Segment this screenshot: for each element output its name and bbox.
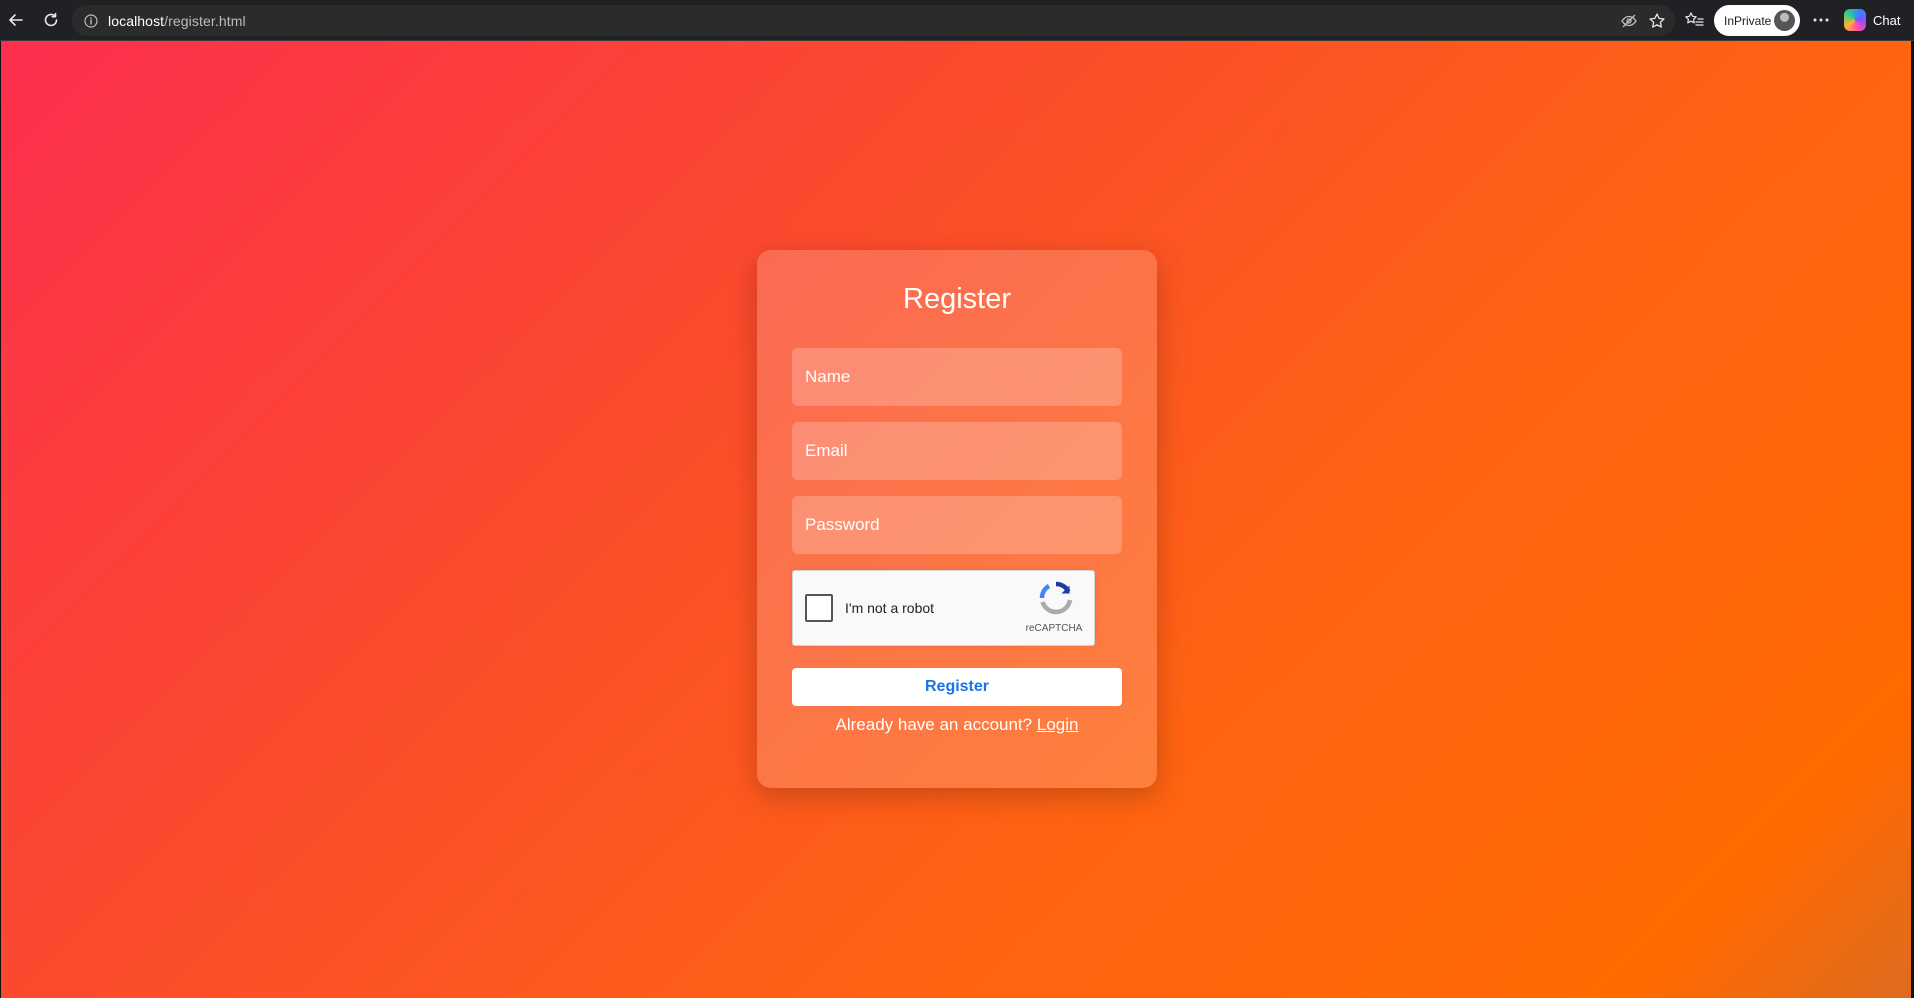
recaptcha-logo-icon [1039, 581, 1073, 615]
register-button[interactable]: Register [792, 668, 1122, 706]
refresh-icon[interactable] [39, 8, 63, 32]
copilot-chat-button[interactable]: Chat [1844, 7, 1900, 33]
recaptcha-widget: I'm not a robot reCAPTCHA [792, 570, 1095, 646]
tracking-prevention-icon[interactable] [1617, 9, 1641, 33]
favorites-list-icon[interactable] [1682, 8, 1706, 32]
back-arrow-icon[interactable] [4, 8, 28, 32]
login-prompt-text: Already have an account? [835, 715, 1033, 734]
inprivate-badge[interactable]: InPrivate [1714, 5, 1800, 36]
name-input[interactable] [792, 348, 1122, 406]
register-card: Register I'm not a robot reCAPTCHA Regis… [757, 250, 1157, 788]
profile-avatar-icon [1774, 10, 1795, 31]
url-text: localhost/register.html [108, 13, 246, 29]
email-input[interactable] [792, 422, 1122, 480]
recaptcha-label: I'm not a robot [845, 600, 935, 616]
url-path: /register.html [164, 12, 246, 29]
more-options-icon[interactable] [1809, 8, 1833, 32]
login-link[interactable]: Login [1037, 715, 1079, 734]
browser-toolbar: localhost/register.html InPrivate Chat [0, 0, 1914, 41]
url-host: localhost [108, 12, 165, 29]
chat-label: Chat [1873, 12, 1901, 28]
inprivate-label: InPrivate [1724, 13, 1772, 28]
copilot-icon [1844, 9, 1866, 31]
recaptcha-brand: reCAPTCHA [1025, 623, 1083, 634]
page-background: Register I'm not a robot reCAPTCHA Regis… [0, 41, 1914, 998]
page-title: Register [903, 283, 1011, 315]
recaptcha-checkbox[interactable] [805, 594, 833, 622]
login-prompt: Already have an account? Login [757, 715, 1157, 735]
site-info-icon[interactable] [82, 12, 100, 30]
password-input[interactable] [792, 496, 1122, 554]
address-bar[interactable]: localhost/register.html [72, 5, 1675, 36]
favorite-star-icon[interactable] [1645, 9, 1669, 33]
